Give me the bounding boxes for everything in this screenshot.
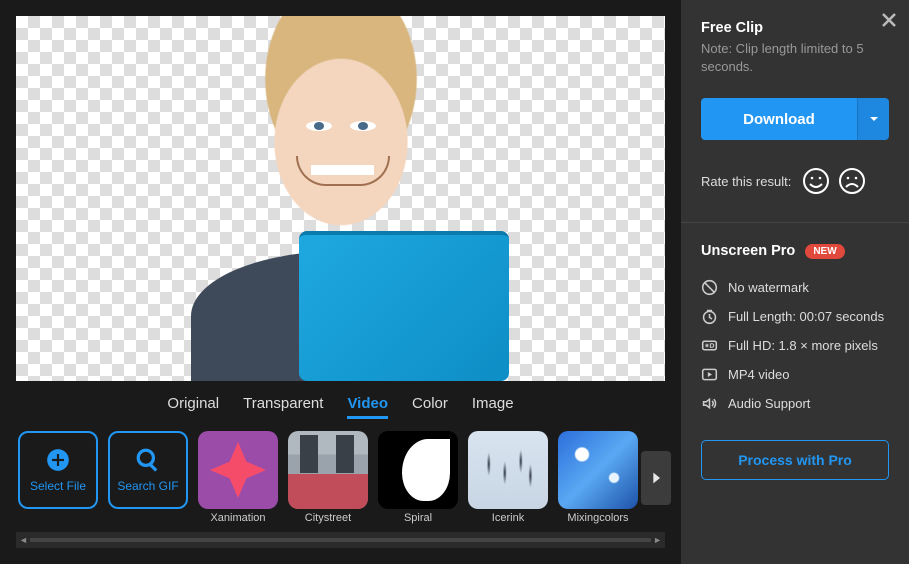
thumb-mixingcolors[interactable]: Mixingcolors (558, 431, 638, 524)
thumb-citystreet-caption: Citystreet (288, 512, 368, 524)
subject-folder (299, 231, 509, 381)
feature-full-hd-label: Full HD: 1.8 × more pixels (728, 338, 878, 353)
subject-head (256, 21, 426, 241)
process-with-pro-button[interactable]: Process with Pro (701, 440, 889, 480)
main-panel: Original Transparent Video Color Image S… (0, 0, 681, 564)
download-split-button: Download (701, 98, 889, 140)
audio-icon (701, 395, 718, 412)
feature-full-hd: Full HD: 1.8 × more pixels (701, 331, 889, 360)
background-tabs: Original Transparent Video Color Image (16, 381, 665, 429)
new-badge: NEW (805, 244, 844, 259)
thumb-spiral-caption: Spiral (378, 512, 458, 524)
thumb-spiral-image (378, 431, 458, 509)
thumb-xanimation[interactable]: Xanimation (198, 431, 278, 524)
thumb-citystreet-image (288, 431, 368, 509)
tab-image[interactable]: Image (472, 395, 514, 419)
rate-happy-button[interactable] (801, 166, 831, 196)
hd-icon (701, 337, 718, 354)
thumb-icerink-caption: Icerink (468, 512, 548, 524)
chevron-right-icon (648, 466, 664, 490)
free-clip-title: Free Clip (701, 20, 889, 36)
rate-row: Rate this result: (701, 166, 889, 196)
sidebar: Free Clip Note: Clip length limited to 5… (681, 0, 909, 564)
horizontal-scrollbar[interactable] (16, 532, 665, 548)
feature-no-watermark-label: No watermark (728, 280, 809, 295)
no-watermark-icon (701, 279, 718, 296)
feature-mp4: MP4 video (701, 360, 889, 389)
feature-no-watermark: No watermark (701, 273, 889, 302)
pro-title-text: Unscreen Pro (701, 243, 795, 259)
tab-original[interactable]: Original (167, 395, 219, 419)
tab-video[interactable]: Video (347, 395, 388, 419)
plus-circle-icon (45, 447, 71, 473)
download-caret-button[interactable] (857, 98, 889, 140)
close-button[interactable] (881, 8, 897, 34)
thumb-xanimation-image (198, 431, 278, 509)
thumb-xanimation-caption: Xanimation (198, 512, 278, 524)
pro-section: Unscreen Pro NEW No watermark Full Lengt… (681, 229, 909, 426)
feature-full-length: Full Length: 00:07 seconds (701, 302, 889, 331)
feature-audio-label: Audio Support (728, 396, 810, 411)
feature-mp4-label: MP4 video (728, 367, 789, 382)
frown-icon (837, 166, 867, 196)
download-button[interactable]: Download (701, 98, 857, 140)
thumb-mixingcolors-caption: Mixingcolors (558, 512, 638, 524)
preview-area (16, 16, 665, 381)
feature-audio: Audio Support (701, 389, 889, 418)
smile-icon (801, 166, 831, 196)
feature-full-length-label: Full Length: 00:07 seconds (728, 309, 884, 324)
select-file-label: Select File (30, 479, 86, 493)
tab-color[interactable]: Color (412, 395, 448, 419)
thumbnail-strip: Select File Search GIF Xanimation Cityst… (16, 429, 665, 532)
subject-cutout (191, 21, 491, 381)
pro-title: Unscreen Pro NEW (701, 243, 889, 259)
free-clip-section: Free Clip Note: Clip length limited to 5… (681, 0, 909, 216)
free-clip-note: Note: Clip length limited to 5 seconds. (701, 40, 889, 76)
play-icon (701, 366, 718, 383)
thumb-icerink-image (468, 431, 548, 509)
search-icon (135, 447, 161, 473)
thumb-citystreet[interactable]: Citystreet (288, 431, 368, 524)
caret-down-icon (868, 113, 880, 125)
rate-sad-button[interactable] (837, 166, 867, 196)
clock-icon (701, 308, 718, 325)
rate-label: Rate this result: (701, 174, 791, 189)
select-file-button[interactable]: Select File (18, 431, 98, 509)
close-icon (881, 12, 897, 28)
sidebar-divider (681, 222, 909, 223)
search-gif-label: Search GIF (117, 479, 178, 493)
thumb-spiral[interactable]: Spiral (378, 431, 458, 524)
thumb-mixingcolors-image (558, 431, 638, 509)
search-gif-button[interactable]: Search GIF (108, 431, 188, 509)
strip-next-button[interactable] (641, 451, 671, 505)
tab-transparent[interactable]: Transparent (243, 395, 323, 419)
thumb-icerink[interactable]: Icerink (468, 431, 548, 524)
